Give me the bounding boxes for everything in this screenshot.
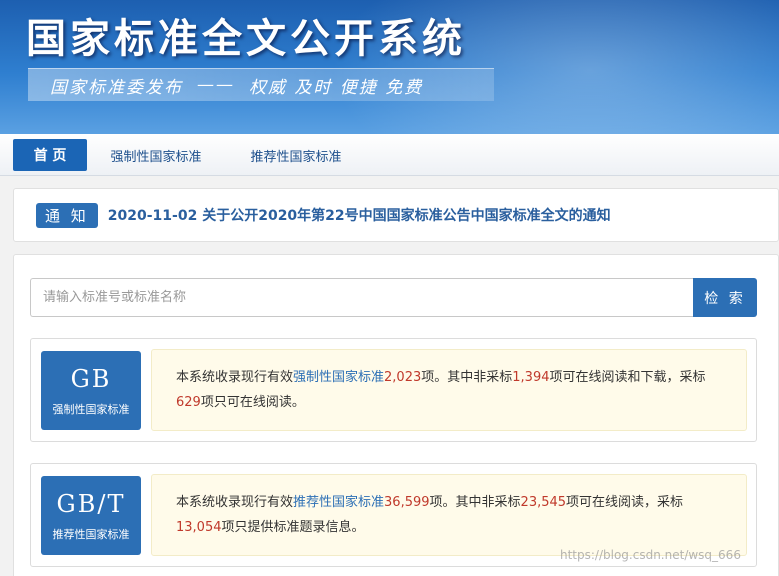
header-banner: 国家标准全文公开系统 国家标准委发布 —— 权威 及时 便捷 免费 (0, 0, 779, 134)
notice-badge: 通 知 (36, 202, 98, 228)
banner-subtitle: 国家标准委发布 —— 权威 及时 便捷 免费 (28, 68, 494, 101)
gbt-caption: 推荐性国家标准 (52, 527, 130, 541)
notice-link[interactable]: 2020-11-02 关于公开2020年第22号中国国家标准公告中国家标准全文的… (108, 205, 611, 225)
gbt-text-2: 项。其中非采标 (429, 495, 521, 510)
gbt-adopted-count: 13,054 (176, 520, 222, 535)
main-nav: 首 页 强制性国家标准 推荐性国家标准 (0, 134, 779, 176)
gbt-icon-button[interactable]: GB/T 推荐性国家标准 (41, 476, 141, 555)
publisher-text: 国家标准委发布 (50, 77, 183, 98)
gbt-description: 本系统收录现行有效推荐性国家标准36,599项。其中非采标23,545项可在线阅… (151, 474, 747, 556)
watermark: https://blog.csdn.net/wsq_666 (560, 548, 741, 562)
gb-text-1: 本系统收录现行有效 (176, 370, 294, 385)
gb-text-4: 项只可在线阅读。 (200, 395, 305, 410)
gb-text-2: 项。其中非采标 (421, 370, 513, 385)
slogan-text: 权威 及时 便捷 免费 (249, 77, 424, 98)
gb-code: GB (70, 364, 112, 393)
gb-total-count: 2,023 (384, 370, 422, 385)
gbt-nonadopted-count: 23,545 (520, 495, 567, 510)
gbt-type-link[interactable]: 推荐性国家标准 (293, 495, 384, 510)
gbt-text-1: 本系统收录现行有效 (176, 495, 294, 510)
site-title: 国家标准全文公开系统 (26, 16, 466, 62)
search-button[interactable]: 检 索 (693, 278, 757, 317)
gb-icon-button[interactable]: GB 强制性国家标准 (41, 351, 141, 430)
gbt-total-count: 36,599 (384, 495, 430, 510)
gb-card: GB 强制性国家标准 本系统收录现行有效强制性国家标准2,023项。其中非采标1… (30, 338, 757, 442)
nav-mandatory-standards[interactable]: 强制性国家标准 (96, 139, 216, 171)
gb-type-link[interactable]: 强制性国家标准 (293, 370, 384, 385)
slogan-dash: —— (197, 75, 235, 95)
gb-text-3: 项可在线阅读和下载，采标 (549, 370, 706, 385)
search-input[interactable] (30, 278, 693, 317)
gb-description: 本系统收录现行有效强制性国家标准2,023项。其中非采标1,394项可在线阅读和… (151, 349, 747, 431)
nav-home[interactable]: 首 页 (13, 139, 87, 171)
nav-recommended-standards[interactable]: 推荐性国家标准 (236, 139, 356, 171)
main-panel: 检 索 GB 强制性国家标准 本系统收录现行有效强制性国家标准2,023项。其中… (13, 254, 779, 576)
gb-nonadopted-count: 1,394 (512, 370, 550, 385)
gbt-code: GB/T (56, 489, 126, 518)
gbt-text-3: 项可在线阅读，采标 (566, 495, 684, 510)
notice-bar: 通 知 2020-11-02 关于公开2020年第22号中国国家标准公告中国家标… (13, 188, 779, 242)
gb-caption: 强制性国家标准 (52, 402, 130, 416)
gbt-text-4: 项只提供标准题录信息。 (221, 520, 365, 535)
gb-adopted-count: 629 (176, 395, 201, 410)
